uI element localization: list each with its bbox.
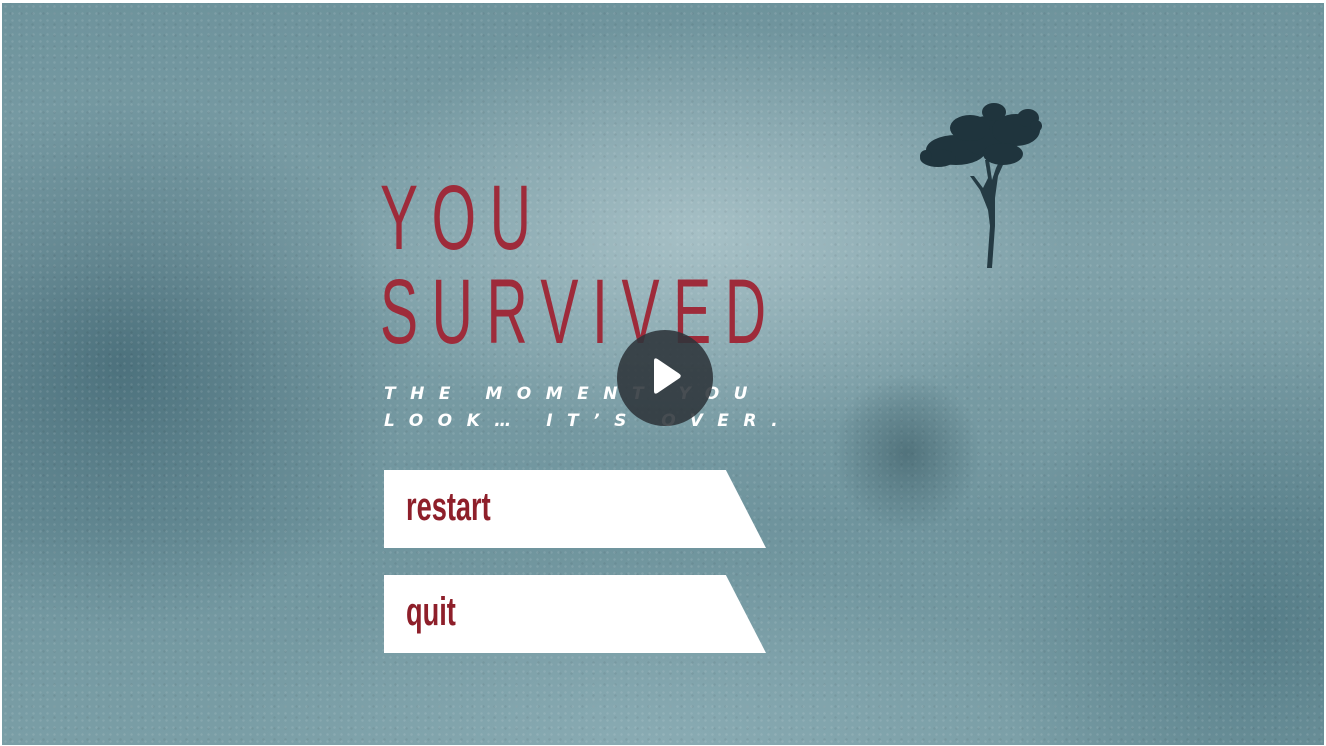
quit-button-label: quit <box>406 590 456 634</box>
game-screen: YOU SURVIVED THE MOMENT YOU LOOK… IT’S O… <box>2 3 1324 745</box>
tree-shadow <box>832 373 982 533</box>
lone-tree-image <box>920 103 1042 268</box>
survival-title: YOU SURVIVED <box>380 171 780 359</box>
title-line-2: SURVIVED <box>380 261 780 363</box>
restart-button-label: restart <box>406 485 491 529</box>
restart-button[interactable]: restart <box>384 470 766 548</box>
tagline-line-1: THE MOMENT YOU <box>384 384 762 404</box>
quit-button[interactable]: quit <box>384 575 766 653</box>
play-icon <box>654 358 681 394</box>
video-play-button[interactable] <box>617 330 713 426</box>
title-line-1: YOU <box>380 167 545 269</box>
tagline-line-2: LOOK… IT’S OVER. <box>384 411 793 431</box>
tagline: THE MOMENT YOU LOOK… IT’S OVER. <box>384 381 792 435</box>
